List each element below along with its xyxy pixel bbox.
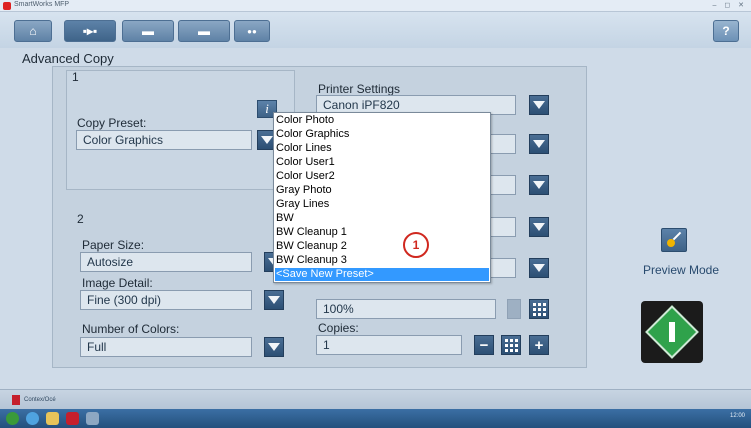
window-controls[interactable]: – ◻ ✕ [713, 1, 747, 9]
image-detail-dropdown-button[interactable] [264, 290, 284, 310]
browser-icon[interactable] [26, 412, 39, 425]
chevron-down-icon [533, 223, 545, 231]
copies-increment-button[interactable]: + [529, 335, 549, 355]
scale-keypad-button[interactable] [529, 299, 549, 319]
scale-field[interactable]: 100% [316, 299, 496, 319]
app-taskbar-icon[interactable] [66, 412, 79, 425]
copy-preset-dropdown-list[interactable]: Color Photo Color Graphics Color Lines C… [273, 112, 491, 283]
folder-icon[interactable] [46, 412, 59, 425]
settings-icon: ●● [247, 26, 257, 36]
dropdown-option[interactable]: Color Photo [275, 114, 489, 127]
dropdown-option[interactable]: BW [275, 212, 489, 225]
printer-option-dropdown-button-3[interactable] [529, 217, 549, 237]
brand-logo-icon [12, 395, 20, 405]
minus-icon: − [479, 336, 489, 354]
colors-dropdown-button[interactable] [264, 337, 284, 357]
paper-size-label: Paper Size: [82, 238, 145, 252]
footer-bar: Contex/Océ [0, 389, 751, 409]
system-tray-clock: 12:00 [729, 413, 745, 419]
dropdown-option[interactable]: Gray Lines [275, 198, 489, 211]
plus-icon: + [534, 336, 544, 354]
chevron-down-icon [533, 101, 545, 109]
chevron-down-icon [261, 136, 273, 144]
window-title: SmartWorks MFP [14, 1, 70, 8]
tab-copy[interactable]: ▪▸▪ [64, 20, 116, 42]
group-number-2: 2 [77, 212, 84, 226]
image-detail-field[interactable]: Fine (300 dpi) [80, 290, 252, 310]
printer-option-dropdown-button-2[interactable] [529, 175, 549, 195]
chevron-down-icon [268, 343, 280, 351]
info-icon: i [265, 101, 269, 116]
copy-preset-field[interactable]: Color Graphics [76, 130, 252, 150]
preview-mode-button[interactable] [661, 228, 687, 252]
page-title: Advanced Copy [22, 51, 114, 66]
dropdown-option[interactable]: Color User1 [275, 156, 489, 169]
colors-label: Number of Colors: [82, 322, 180, 336]
copies-decrement-button[interactable]: − [474, 335, 494, 355]
dropdown-option-selected[interactable]: <Save New Preset> [275, 268, 489, 281]
start-menu-icon[interactable] [6, 412, 19, 425]
home-icon: ⌂ [29, 24, 37, 38]
copies-keypad-button[interactable] [501, 335, 521, 355]
copy-icon: ▪▸▪ [82, 24, 98, 38]
toolbar: ⌂ ▪▸▪ ▬ ▬ ●● ? [0, 12, 751, 48]
title-bar: SmartWorks MFP – ◻ ✕ [0, 0, 751, 12]
dropdown-option[interactable]: BW Cleanup 2 [275, 240, 489, 253]
dropdown-option[interactable]: BW Cleanup 3 [275, 254, 489, 267]
image-detail-label: Image Detail: [82, 276, 153, 290]
printer-dropdown-button[interactable] [529, 95, 549, 115]
group-number-1: 1 [72, 70, 79, 84]
brand-text: Contex/Océ [24, 397, 56, 403]
print-icon: ▬ [198, 24, 210, 38]
dropdown-option[interactable]: Color User2 [275, 170, 489, 183]
printer-option-dropdown-button-4[interactable] [529, 258, 549, 278]
dropdown-option[interactable]: Color Lines [275, 142, 489, 155]
help-button[interactable]: ? [713, 20, 739, 42]
copies-label: Copies: [318, 321, 359, 335]
start-icon [645, 305, 699, 359]
preview-mode-label[interactable]: Preview Mode [643, 263, 719, 277]
start-copy-button[interactable] [641, 301, 703, 363]
printer-option-dropdown-button-1[interactable] [529, 134, 549, 154]
chevron-down-icon [533, 264, 545, 272]
chevron-down-icon [533, 140, 545, 148]
step-callout: 1 [403, 232, 429, 258]
scale-slider-button[interactable] [507, 299, 521, 319]
colors-field[interactable]: Full [80, 337, 252, 357]
chevron-down-icon [268, 296, 280, 304]
dropdown-option[interactable]: Color Graphics [275, 128, 489, 141]
tab-settings[interactable]: ●● [234, 20, 270, 42]
app-icon [3, 2, 11, 10]
copy-preset-label: Copy Preset: [77, 116, 147, 130]
tab-print[interactable]: ▬ [178, 20, 230, 42]
tab-scan[interactable]: ▬ [122, 20, 174, 42]
paper-size-field[interactable]: Autosize [80, 252, 252, 272]
scan-icon: ▬ [142, 24, 154, 38]
dropdown-option[interactable]: BW Cleanup 1 [275, 226, 489, 239]
chevron-down-icon [533, 181, 545, 189]
copies-field[interactable]: 1 [316, 335, 462, 355]
tab-home[interactable]: ⌂ [14, 20, 52, 42]
dropdown-option[interactable]: Gray Photo [275, 184, 489, 197]
os-taskbar: 12:00 [0, 409, 751, 428]
printer-settings-label: Printer Settings [318, 82, 401, 96]
tool-icon[interactable] [86, 412, 99, 425]
